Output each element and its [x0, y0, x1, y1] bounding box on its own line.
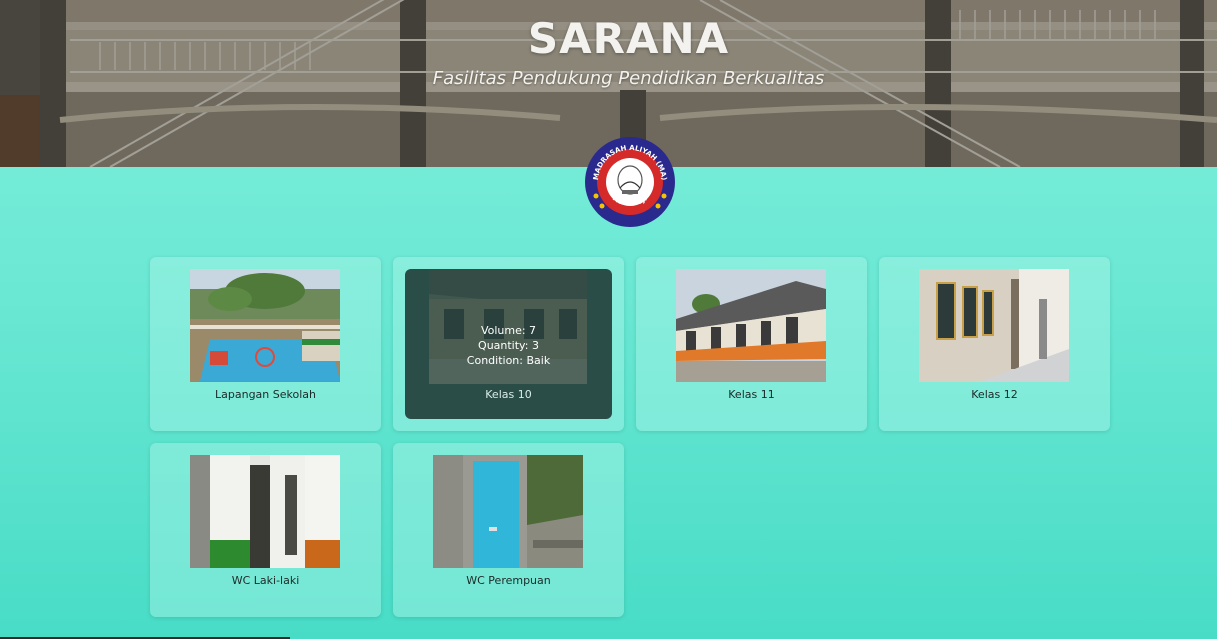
facility-name: Kelas 11: [728, 388, 775, 401]
mens-restroom-photo: [190, 455, 340, 568]
facility-name: WC Perempuan: [466, 574, 551, 587]
facilities-grid: Lapangan Sekolah Volume: 7 Quantity: 3 C…: [150, 257, 1110, 617]
facility-details: Volume: 7 Quantity: 3 Condition: Baik: [393, 323, 624, 368]
facility-card[interactable]: Kelas 11: [636, 257, 867, 431]
facility-card[interactable]: Lapangan Sekolah: [150, 257, 381, 431]
facility-name: WC Laki-laki: [231, 574, 300, 587]
facility-condition: Condition: Baik: [466, 354, 551, 367]
facility-name: Kelas 12: [971, 388, 1018, 401]
classroom-12-photo: [919, 269, 1069, 382]
facility-name: Lapangan Sekolah: [215, 388, 316, 401]
facility-card[interactable]: Kelas 12: [879, 257, 1110, 431]
facility-volume: Volume: 7: [480, 324, 537, 337]
facility-name: Kelas 10: [485, 388, 532, 401]
school-field-photo: [190, 269, 340, 382]
facility-card[interactable]: WC Laki-laki: [150, 443, 381, 617]
page-title: SARANA: [527, 14, 730, 63]
facility-card[interactable]: Volume: 7 Quantity: 3 Condition: Baik Ke…: [393, 257, 624, 431]
classroom-11-photo: [676, 269, 826, 382]
facility-card[interactable]: WC Perempuan: [393, 443, 624, 617]
womens-restroom-photo: [433, 455, 583, 568]
facility-quantity: Quantity: 3: [478, 339, 539, 352]
page-subtitle: Fasilitas Pendukung Pendidikan Berkualit…: [432, 68, 825, 89]
school-logo: MADRASAH ALIYAH (MA) AS-SIROJI: [584, 136, 676, 228]
